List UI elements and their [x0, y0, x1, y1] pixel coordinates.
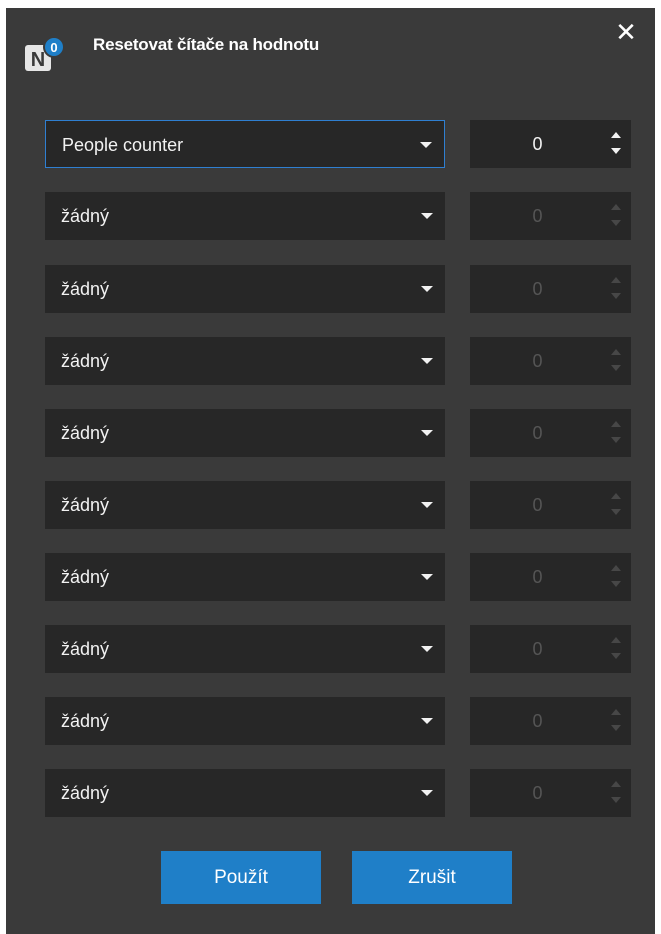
value-stepper[interactable]: 0 — [470, 120, 631, 168]
counter-row: žádný 0 — [45, 625, 631, 675]
chevron-down-icon — [421, 213, 433, 219]
decrement-arrow-icon — [611, 437, 621, 443]
chevron-down-icon — [421, 574, 433, 580]
app-logo-icon: N 0 — [25, 36, 65, 71]
decrement-arrow-icon — [611, 725, 621, 731]
value-stepper: 0 — [470, 481, 631, 529]
counter-row: žádný 0 — [45, 553, 631, 603]
counter-row: žádný 0 — [45, 337, 631, 387]
value-stepper: 0 — [470, 625, 631, 673]
value-stepper-value: 0 — [532, 711, 543, 731]
counter-select-value: žádný — [61, 783, 110, 803]
decrement-arrow-icon — [611, 581, 621, 587]
increment-arrow-icon — [611, 637, 621, 643]
svg-text:0: 0 — [50, 40, 57, 55]
decrement-arrow-icon — [611, 293, 621, 299]
value-stepper-value: 0 — [532, 567, 543, 587]
counter-row: People counter 0 — [45, 120, 631, 170]
value-stepper-value: 0 — [532, 206, 543, 226]
value-stepper-value: 0 — [532, 423, 543, 443]
chevron-down-icon — [421, 502, 433, 508]
value-stepper-value: 0 — [532, 351, 543, 371]
counter-select-value: žádný — [61, 567, 110, 587]
decrement-arrow-icon — [611, 797, 621, 803]
dialog-title: Resetovat čítače na hodnotu — [93, 35, 320, 54]
value-stepper: 0 — [470, 553, 631, 601]
chevron-down-icon — [421, 790, 433, 796]
increment-arrow-icon[interactable] — [611, 132, 621, 138]
increment-arrow-icon — [611, 349, 621, 355]
svg-text:N: N — [31, 49, 45, 71]
decrement-arrow-icon — [611, 220, 621, 226]
decrement-arrow-icon — [611, 653, 621, 659]
increment-arrow-icon — [611, 565, 621, 571]
increment-arrow-icon — [611, 493, 621, 499]
chevron-down-icon — [421, 358, 433, 364]
counter-row: žádný 0 — [45, 409, 631, 459]
decrement-arrow-icon[interactable] — [611, 148, 621, 154]
chevron-down-icon — [421, 430, 433, 436]
chevron-down-icon — [420, 142, 432, 148]
decrement-arrow-icon — [611, 509, 621, 515]
counter-select[interactable]: People counter — [45, 120, 445, 168]
value-stepper: 0 — [470, 697, 631, 745]
counter-select-value: žádný — [61, 639, 110, 659]
chevron-down-icon — [421, 646, 433, 652]
value-stepper: 0 — [470, 769, 631, 817]
counter-select-value: žádný — [61, 351, 110, 371]
decrement-arrow-icon — [611, 365, 621, 371]
counter-row: žádný 0 — [45, 265, 631, 315]
counter-select[interactable]: žádný — [45, 553, 445, 601]
value-stepper: 0 — [470, 265, 631, 313]
increment-arrow-icon — [611, 421, 621, 427]
value-stepper-value: 0 — [532, 783, 543, 803]
reset-counters-dialog: N 0 Resetovat čítače na hodnotu ✕ People… — [6, 8, 655, 934]
value-stepper-value: 0 — [532, 279, 543, 299]
counter-select-value: People counter — [62, 135, 184, 155]
counter-select-value: žádný — [61, 423, 110, 443]
counter-select[interactable]: žádný — [45, 769, 445, 817]
counter-select-value: žádný — [61, 495, 110, 515]
increment-arrow-icon — [611, 204, 621, 210]
chevron-down-icon — [421, 718, 433, 724]
counter-select[interactable]: žádný — [45, 337, 445, 385]
counter-select[interactable]: žádný — [45, 697, 445, 745]
counter-select-value: žádný — [61, 711, 110, 731]
counter-row: žádný 0 — [45, 769, 631, 819]
increment-arrow-icon — [611, 781, 621, 787]
value-stepper: 0 — [470, 409, 631, 457]
counter-select[interactable]: žádný — [45, 625, 445, 673]
counter-row: žádný 0 — [45, 192, 631, 242]
counter-select[interactable]: žádný — [45, 192, 445, 240]
value-stepper: 0 — [470, 337, 631, 385]
increment-arrow-icon — [611, 277, 621, 283]
value-stepper-value[interactable]: 0 — [470, 134, 605, 155]
counter-row: žádný 0 — [45, 481, 631, 531]
value-stepper: 0 — [470, 192, 631, 240]
counter-select-value: žádný — [61, 279, 110, 299]
counter-select[interactable]: žádný — [45, 265, 445, 313]
close-icon[interactable]: ✕ — [614, 19, 638, 45]
value-stepper-value: 0 — [532, 495, 543, 515]
increment-arrow-icon — [611, 709, 621, 715]
counter-select-value: žádný — [61, 206, 110, 226]
chevron-down-icon — [421, 286, 433, 292]
apply-button[interactable]: Použít — [161, 851, 321, 904]
counter-row: žádný 0 — [45, 697, 631, 747]
counter-select[interactable]: žádný — [45, 481, 445, 529]
title-bar: N 0 Resetovat čítače na hodnotu ✕ — [6, 8, 655, 90]
counter-select[interactable]: žádný — [45, 409, 445, 457]
value-stepper-value: 0 — [532, 639, 543, 659]
cancel-button[interactable]: Zrušit — [352, 851, 512, 904]
